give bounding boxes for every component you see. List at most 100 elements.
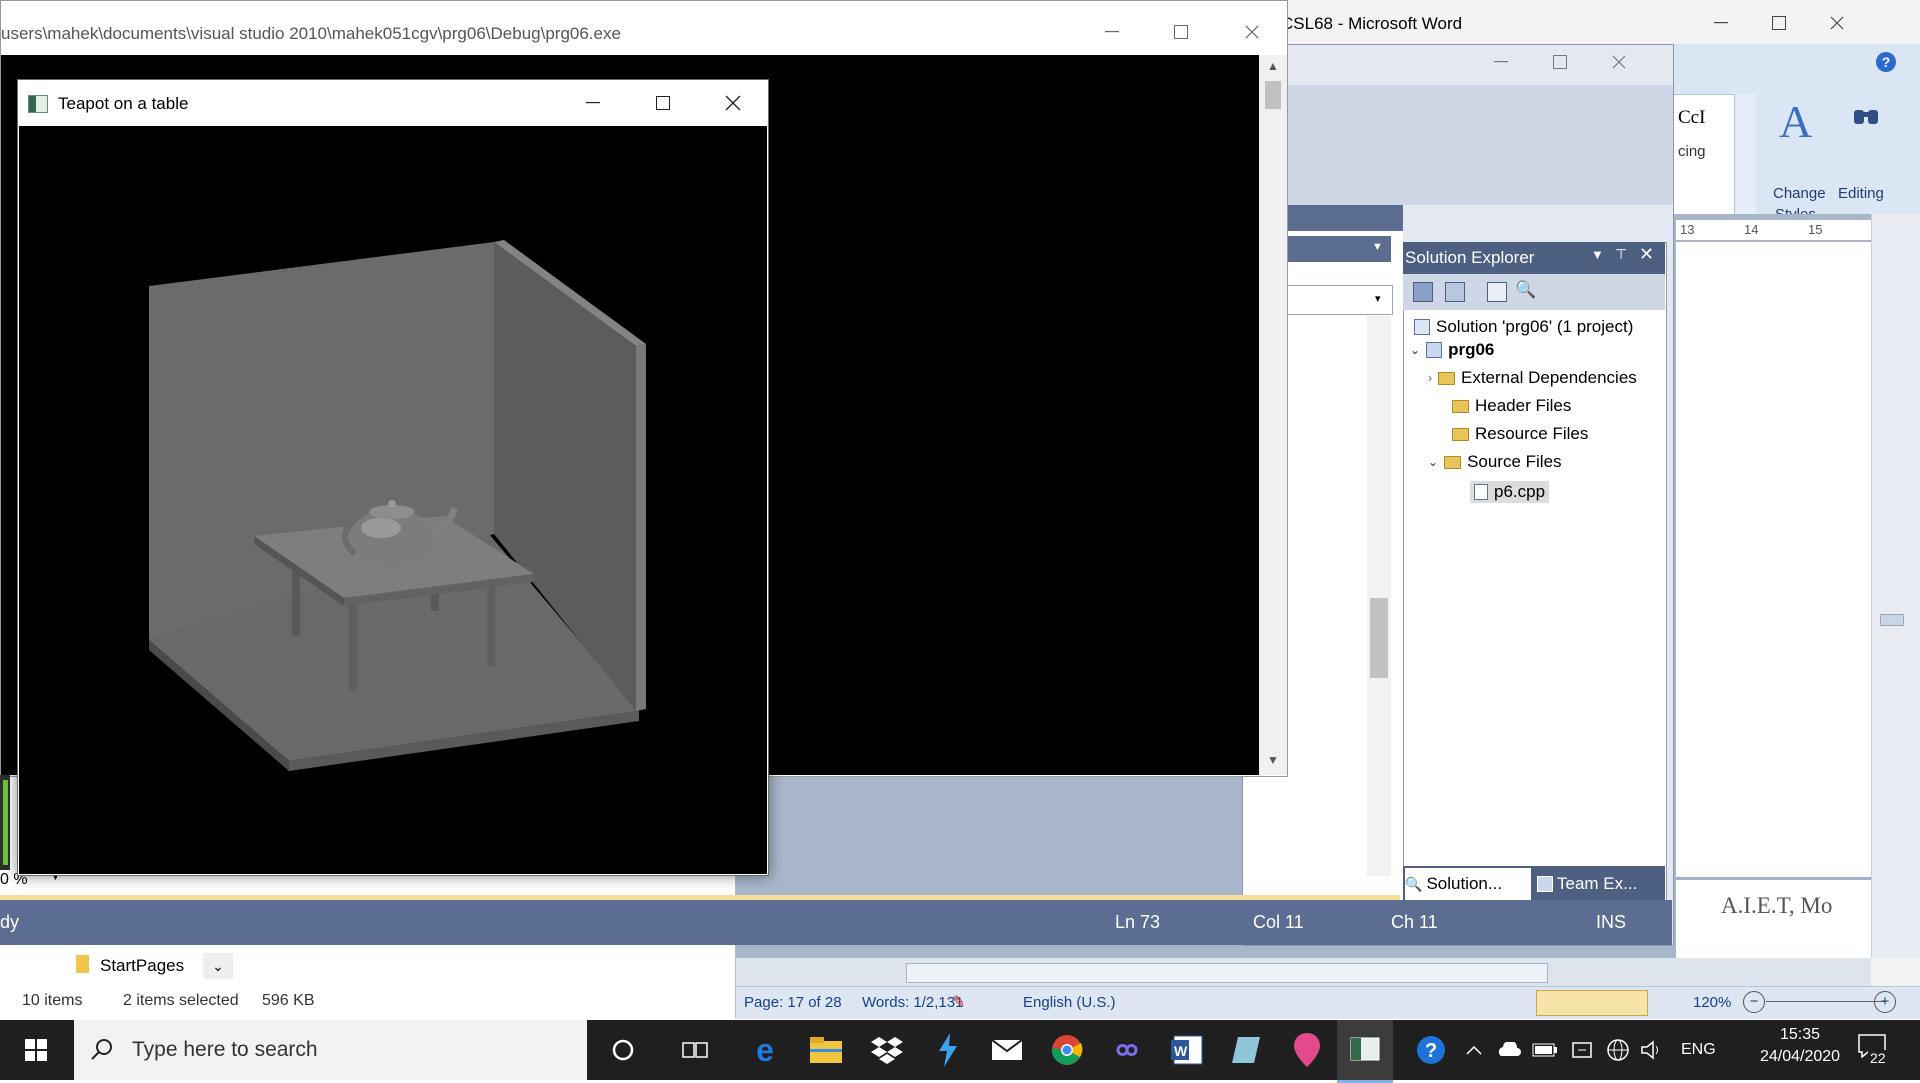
solution-icon <box>1414 319 1430 335</box>
console-maximize-button[interactable] <box>1166 17 1196 47</box>
item-count: 10 items <box>22 992 83 1009</box>
taskbar-glut-app[interactable] <box>1337 1020 1393 1083</box>
cpp-file-icon <box>1474 484 1488 500</box>
action-center-button[interactable]: 22 <box>1858 1034 1888 1066</box>
status-char: Ch 11 <box>1391 912 1438 932</box>
editor-scroll-thumb[interactable] <box>1370 598 1388 678</box>
zoom-out-button[interactable]: − <box>1743 991 1765 1013</box>
status-words[interactable]: Words: 1/2,131 <box>862 994 963 1011</box>
taskbar-help[interactable]: ? <box>1411 1030 1451 1070</box>
word-minimize-button[interactable] <box>1706 8 1736 38</box>
tray-battery[interactable] <box>1525 1030 1565 1070</box>
tray-volume[interactable] <box>1632 1030 1672 1070</box>
taskbar-maps[interactable] <box>1287 1030 1327 1070</box>
search-placeholder: Type here to search <box>132 1038 318 1061</box>
close-icon[interactable]: ✕ <box>1639 244 1654 265</box>
show-all-files-icon[interactable] <box>1445 282 1465 302</box>
gl-title: Teapot on a table <box>58 94 189 113</box>
taskbar-infinity-app[interactable] <box>1107 1030 1147 1070</box>
gl-minimize-button[interactable] <box>578 88 608 118</box>
help-icon: ? <box>1417 1036 1445 1064</box>
view-class-diagram-icon[interactable]: 🔍 <box>1515 280 1536 300</box>
tray-sync[interactable] <box>1562 1030 1602 1070</box>
tree-resource-files[interactable]: Resource Files <box>1452 424 1588 444</box>
member-dropdown[interactable]: ▾ <box>1286 285 1393 315</box>
tray-clock[interactable]: 15:35 24/04/2020 <box>1760 1026 1840 1066</box>
tab-solution-explorer[interactable]: 🔍 Solution... <box>1405 868 1531 900</box>
solution-explorer-header: Solution Explorer ▼ ⊤ ✕ <box>1403 242 1665 274</box>
zoom-level[interactable]: 120% <box>1693 994 1731 1011</box>
styles-gallery-scroll[interactable] <box>1736 94 1756 224</box>
zoom-slider[interactable] <box>1766 1001 1886 1002</box>
start-button[interactable] <box>16 1030 56 1070</box>
tree-file-p6[interactable]: p6.cpp <box>1470 481 1550 503</box>
word-maximize-button[interactable] <box>1764 8 1794 38</box>
proofing-icon[interactable]: ✎ <box>952 992 965 1012</box>
close-icon <box>1245 25 1259 39</box>
status-page[interactable]: Page: 17 of 28 <box>744 994 842 1011</box>
document-page[interactable] <box>1676 242 1871 958</box>
dropdown-icon[interactable]: ▼ <box>1372 241 1383 253</box>
tray-language[interactable]: ENG <box>1681 1041 1716 1059</box>
editor-scrollbar[interactable] <box>1367 316 1391 876</box>
change-styles-button[interactable]: A Change Styles <box>1763 92 1833 232</box>
console-close-button[interactable] <box>1237 17 1267 47</box>
page-divider <box>1676 877 1871 880</box>
tree-source-files[interactable]: ⌄ Source Files <box>1428 452 1562 472</box>
vs-close-button[interactable] <box>1604 47 1634 77</box>
pin-icon[interactable]: ⊤ <box>1615 246 1627 263</box>
taskbar-edge[interactable]: e <box>745 1030 785 1070</box>
tree-header-files[interactable]: Header Files <box>1452 396 1571 416</box>
close-icon <box>1830 16 1844 30</box>
zoom-in-button[interactable]: + <box>1874 991 1896 1013</box>
console-scroll-thumb[interactable] <box>1265 81 1281 109</box>
word-horizontal-scrollbar[interactable] <box>736 958 1871 986</box>
hscroll-thumb[interactable] <box>906 963 1548 983</box>
scroll-up-icon[interactable]: ▲ <box>1267 59 1279 73</box>
dropdown-icon[interactable]: ▼ <box>1591 247 1604 262</box>
tree-label-external: External Dependencies <box>1461 368 1637 387</box>
solution-node[interactable]: Solution 'prg06' (1 project) <box>1414 317 1633 337</box>
view-buttons[interactable] <box>1536 990 1648 1016</box>
vs-minimize-button[interactable] <box>1486 47 1516 77</box>
word-close-button[interactable] <box>1822 8 1852 38</box>
chevron-down-icon[interactable]: ⌄ <box>203 953 233 979</box>
taskbar-notes[interactable] <box>1227 1030 1267 1070</box>
project-node[interactable]: ⌄ prg06 <box>1410 340 1494 360</box>
tree-external-dependencies[interactable]: › External Dependencies <box>1428 368 1637 388</box>
cortana-button[interactable] <box>603 1030 643 1070</box>
editing-button[interactable]: Editing <box>1834 92 1898 232</box>
breadcrumb-startpages[interactable]: StartPages <box>100 956 184 976</box>
tray-onedrive[interactable] <box>1488 1030 1528 1070</box>
gl-maximize-button[interactable] <box>648 88 678 118</box>
refresh-icon[interactable] <box>1487 282 1507 302</box>
gl-close-button[interactable] <box>718 88 748 118</box>
styles-gallery[interactable]: CcI cing <box>1671 94 1735 226</box>
chevron-down-icon[interactable]: ⌄ <box>1428 455 1438 469</box>
scroll-down-icon[interactable]: ▼ <box>1267 753 1279 767</box>
taskbar-mail[interactable] <box>987 1030 1027 1070</box>
console-minimize-button[interactable] <box>1097 17 1127 47</box>
taskbar-word[interactable]: W <box>1167 1030 1207 1070</box>
taskbar-file-explorer[interactable] <box>806 1030 846 1070</box>
taskbar-vs-app[interactable] <box>928 1030 968 1070</box>
status-language[interactable]: English (U.S.) <box>1023 994 1116 1011</box>
tab-team-explorer[interactable]: Team Ex... <box>1537 868 1663 900</box>
taskbar-dropbox[interactable] <box>867 1030 907 1070</box>
chevron-down-icon[interactable]: ▾ <box>1375 292 1381 305</box>
taskbar-chrome[interactable] <box>1047 1030 1087 1070</box>
chevron-down-icon[interactable]: ⌄ <box>1410 343 1420 357</box>
help-icon[interactable]: ? <box>1876 52 1896 72</box>
gl-render-area[interactable] <box>19 126 767 874</box>
task-view-button[interactable] <box>675 1030 715 1070</box>
teapot-highlight <box>361 518 401 538</box>
taskbar-search-box[interactable]: Type here to search <box>74 1020 587 1080</box>
properties-icon[interactable] <box>1413 282 1433 302</box>
scroll-thumb[interactable] <box>1880 614 1904 626</box>
search-icon <box>91 1039 112 1060</box>
word-vertical-scrollbar[interactable] <box>1871 214 1920 958</box>
vs-maximize-button[interactable] <box>1545 47 1575 77</box>
edge-icon: e <box>756 1031 774 1068</box>
chevron-right-icon[interactable]: › <box>1428 371 1432 385</box>
console-scrollbar[interactable]: ▲ ▼ <box>1259 55 1287 775</box>
